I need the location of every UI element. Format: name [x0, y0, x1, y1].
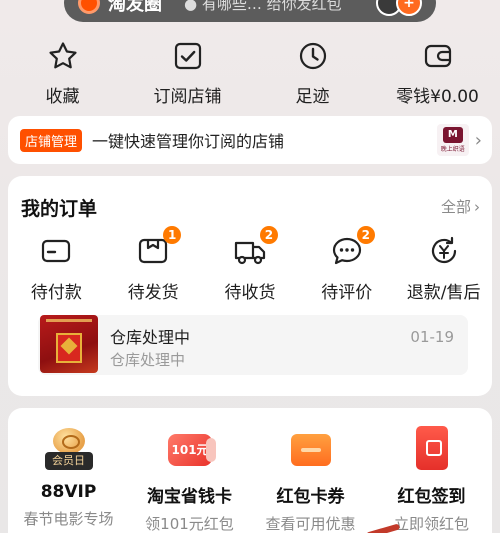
- order-status-text: 仓库处理中: [110, 328, 191, 347]
- status-badge: 2: [259, 226, 278, 244]
- status-refund-aftersale[interactable]: 退款/售后: [395, 234, 492, 303]
- order-date: 01-19: [410, 328, 454, 346]
- status-badge: 1: [163, 226, 182, 244]
- clock-icon: [297, 40, 329, 72]
- service-title: 淘宝省钱卡: [147, 487, 232, 507]
- avatar-more: +: [396, 0, 422, 16]
- comment-icon: 2: [330, 226, 375, 268]
- quick-actions-row: 收藏 订阅店铺 足迹 零钱¥0.00: [0, 40, 500, 108]
- chevron-right-icon: ›: [474, 197, 480, 216]
- quick-item-favorites[interactable]: 收藏: [0, 40, 125, 108]
- service-subtitle: 春节电影专场: [23, 510, 114, 528]
- status-to-receive[interactable]: 2 待收货: [202, 226, 299, 303]
- service-coupons[interactable]: 红包卡券 查看可用优惠: [250, 426, 371, 533]
- quick-item-label: 收藏: [45, 87, 80, 107]
- savings-card-icon: 101元: [162, 426, 218, 472]
- store-management-banner[interactable]: 店铺管理 一键快速管理你订阅的店铺 M 晚上织语 ›: [8, 116, 492, 164]
- service-88vip[interactable]: 会员日 88VIP 春节电影专场: [8, 426, 129, 533]
- service-title: 红包卡券: [276, 487, 345, 507]
- brand-label: 淘发圈: [108, 0, 162, 15]
- status-badge: 2: [356, 226, 375, 244]
- status-to-ship[interactable]: 1 待发货: [105, 226, 202, 303]
- order-sub-text: 仓库处理中: [110, 351, 186, 369]
- status-to-review[interactable]: 2 待评价: [298, 226, 395, 303]
- status-pending-payment[interactable]: 待付款: [8, 234, 105, 303]
- chevron-right-icon: ›: [474, 129, 482, 151]
- orders-title: 我的订单: [21, 198, 98, 220]
- savings-card-text: 101元: [167, 434, 216, 466]
- quick-item-wallet[interactable]: 零钱¥0.00: [375, 40, 500, 108]
- status-label: 待发货: [127, 283, 179, 303]
- checkbox-icon: [172, 40, 204, 72]
- card-icon: [39, 234, 73, 268]
- orders-card: 我的订单 全部 › 待付款 1 待发货 2 待收货 2 待评价 退款/售后 仓库…: [8, 176, 492, 396]
- store-logo-mark: M: [442, 127, 463, 143]
- package-icon: 1: [136, 226, 182, 268]
- service-title: 88VIP: [40, 482, 97, 502]
- status-label: 待评价: [321, 283, 373, 303]
- store-logo-sub: 晚上织语: [440, 146, 465, 153]
- red-envelope-icon: [404, 426, 460, 472]
- store-tag: 店铺管理: [20, 128, 83, 152]
- service-red-envelope-checkin[interactable]: 红包签到 立即领红包: [371, 426, 492, 533]
- search-hint: ● 有哪些… 给你发红包: [184, 0, 342, 13]
- brand-icon: [78, 0, 100, 14]
- quick-item-subscribed-stores[interactable]: 订阅店铺: [125, 40, 250, 108]
- top-search-pill[interactable]: 淘发圈 ● 有哪些… 给你发红包 +: [64, 0, 436, 22]
- status-label: 待收货: [224, 283, 276, 303]
- service-title: 红包签到: [397, 487, 466, 507]
- wallet-icon: [422, 40, 454, 72]
- order-thumbnail: [40, 315, 98, 373]
- store-banner-text: 一键快速管理你订阅的店铺: [92, 132, 285, 151]
- orders-all-link[interactable]: 全部 ›: [441, 196, 480, 217]
- avatar-stack[interactable]: +: [376, 0, 422, 16]
- orders-all-label: 全部: [440, 198, 471, 216]
- service-subtitle: 查看可用优惠: [265, 515, 356, 533]
- services-row: 会员日 88VIP 春节电影专场 101元 淘宝省钱卡 领101元红包 红包卡券…: [8, 426, 492, 533]
- services-card: 会员日 88VIP 春节电影专场 101元 淘宝省钱卡 领101元红包 红包卡券…: [8, 408, 492, 533]
- service-subtitle: 领101元红包: [145, 515, 234, 533]
- quick-item-history[interactable]: 足迹: [250, 40, 375, 108]
- recent-order-entry[interactable]: 仓库处理中 仓库处理中 01-19: [38, 315, 468, 375]
- service-savings-card[interactable]: 101元 淘宝省钱卡 领101元红包: [129, 426, 250, 533]
- star-icon: [47, 40, 79, 72]
- truck-icon: 2: [233, 226, 278, 268]
- quick-item-label: 零钱¥0.00: [396, 87, 479, 107]
- quick-item-label: 订阅店铺: [153, 87, 222, 107]
- status-label: 待付款: [30, 283, 82, 303]
- order-status-row: 待付款 1 待发货 2 待收货 2 待评价 退款/售后: [8, 226, 492, 303]
- coupon-icon: [283, 426, 339, 472]
- service-subtitle: 立即领红包: [393, 515, 469, 533]
- vip-plate-text: 会员日: [44, 452, 93, 470]
- quick-item-label: 足迹: [295, 87, 330, 107]
- vip-icon: 会员日: [41, 426, 97, 472]
- store-logo: M 晚上织语: [436, 124, 469, 156]
- status-label: 退款/售后: [406, 283, 481, 303]
- refund-icon: [427, 234, 461, 268]
